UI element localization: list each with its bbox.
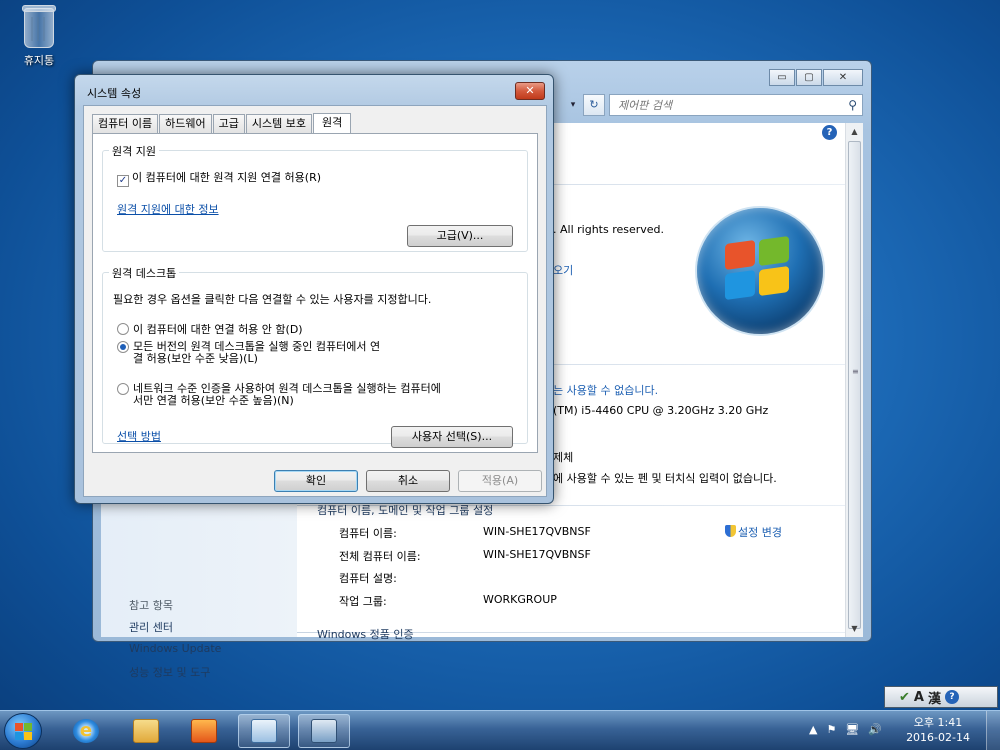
workgroup-value: WORKGROUP (483, 593, 557, 606)
clock-date: 2016-02-14 (906, 731, 970, 744)
help-me-choose-link[interactable]: 선택 방법 (117, 428, 161, 444)
recycle-bin-icon (22, 5, 56, 48)
checkbox-checked-icon: ✓ (117, 175, 129, 187)
tab-computer-name[interactable]: 컴퓨터 이름 (92, 114, 159, 134)
volume-icon[interactable]: 🔊 (868, 723, 882, 736)
uac-shield-icon (725, 525, 736, 537)
remote-desktop-group: 원격 데스크톱 필요한 경우 옵션을 클릭한 다음 연결할 수 있는 사용자를 … (102, 265, 528, 448)
folder-icon (133, 719, 159, 743)
recycle-bin-desktop-icon[interactable]: 휴지통 (12, 5, 66, 68)
system-type-fragment: 제체 (553, 451, 574, 464)
see-also-link-windows-update[interactable]: Windows Update (129, 642, 221, 655)
advanced-button[interactable]: 고급(V)... (407, 225, 513, 247)
start-button[interactable] (4, 713, 42, 749)
taskbar-system-properties[interactable] (298, 714, 350, 748)
remote-desktop-instruction: 필요한 경우 옵션을 클릭한 다음 연결할 수 있는 사용자를 지정합니다. (113, 293, 432, 306)
remote-assistance-info-link[interactable]: 원격 지원에 대한 정보 (117, 201, 219, 217)
taskbar-control-panel[interactable] (238, 714, 290, 748)
remote-assistance-title: 원격 지원 (109, 143, 159, 159)
help-icon[interactable]: ? (822, 125, 837, 140)
show-hidden-icons-icon[interactable]: ▲ (809, 723, 817, 736)
system-properties-dialog: 시스템 속성 ✕ 컴퓨터 이름 하드웨어 고급 시스템 보호 원격 원격 지원 … (74, 74, 554, 504)
ok-button[interactable]: 확인 (274, 470, 358, 492)
tab-remote[interactable]: 원격 (312, 113, 352, 135)
taskbar-media-player[interactable] (178, 714, 230, 748)
tab-hardware[interactable]: 하드웨어 (159, 114, 212, 134)
radio-no-connections[interactable]: 이 컴퓨터에 대한 연결 허용 안 함(D) (117, 321, 303, 337)
see-also-link-performance[interactable]: 성능 정보 및 도구 (129, 664, 210, 680)
language-bar-help-icon[interactable]: ? (944, 690, 959, 704)
clock-time: 오후 1:41 (913, 716, 963, 729)
computer-name-value: WIN-SHE17QVBNSF (483, 525, 591, 538)
tab-strip: 컴퓨터 이름 하드웨어 고급 시스템 보호 원격 (92, 112, 352, 135)
processor-value: (TM) i5-4460 CPU @ 3.20GHz 3.20 GHz (553, 404, 769, 417)
media-player-icon (191, 719, 217, 743)
taskbar-windows-explorer[interactable] (120, 714, 172, 748)
remote-assistance-group: 원격 지원 ✓ 이 컴퓨터에 대한 원격 지원 연결 허용(R) 원격 지원에 대… (102, 143, 528, 252)
recycle-bin-label: 휴지통 (23, 54, 55, 67)
windows-logo (695, 206, 825, 336)
option-nla-line2: 서만 연결 허용(보안 수준 높음)(N) (133, 394, 294, 407)
maximize-button[interactable]: ▢ (796, 69, 822, 86)
scrollbar-thumb[interactable]: ≡ (848, 141, 861, 629)
window-caption-buttons: ▭ ▢ ✕ (768, 69, 863, 86)
change-settings-link[interactable]: 설정 변경 (725, 524, 782, 540)
allow-remote-assistance-checkbox[interactable]: ✓ 이 컴퓨터에 대한 원격 지원 연결 허용(R) (117, 169, 321, 187)
show-desktop-button[interactable] (986, 711, 1000, 750)
close-button[interactable]: ✕ (823, 69, 863, 86)
search-input[interactable] (610, 95, 862, 115)
more-features-link[interactable]: 오기 (553, 262, 573, 278)
minimize-button[interactable]: ▭ (769, 69, 795, 86)
radio-off-icon (117, 323, 129, 335)
clock[interactable]: 오후 1:41 2016-02-14 (906, 715, 970, 745)
radio-allow-any-version[interactable] (117, 341, 133, 354)
action-center-flag-icon[interactable]: ⚑ (826, 723, 836, 736)
option-any-version-line2: 결 허용(보안 수준 낮음)(L) (133, 352, 258, 365)
radio-allow-nla-only[interactable] (117, 383, 133, 396)
search-box: ⚲ (609, 94, 863, 116)
workgroup-label: 작업 그룹: (339, 595, 387, 608)
system-properties-icon (311, 719, 337, 743)
radio-on-icon (117, 341, 129, 353)
apply-button: 적용(A) (458, 470, 542, 492)
activation-section-title: Windows 정품 인증 (317, 628, 414, 641)
vertical-scrollbar[interactable]: ▲ ≡ ▼ (845, 123, 863, 637)
full-computer-name-label: 전체 컴퓨터 이름: (339, 550, 421, 563)
radio-off-icon (117, 383, 129, 395)
see-also-link-action-center[interactable]: 관리 센터 (129, 619, 173, 635)
search-icon[interactable]: ⚲ (848, 98, 857, 112)
dialog-client-area: 컴퓨터 이름 하드웨어 고급 시스템 보호 원격 원격 지원 ✓ 이 컴퓨터에 대… (83, 105, 547, 497)
remote-tab-panel: 원격 지원 ✓ 이 컴퓨터에 대한 원격 지원 연결 허용(R) 원격 지원에 대… (92, 133, 538, 453)
ime-hanja-mode[interactable]: 漢 (928, 688, 941, 707)
address-bar: ▾ ↻ ⚲ (563, 94, 863, 118)
refresh-button[interactable]: ↻ (583, 94, 605, 116)
ime-check-icon[interactable]: ✔ (899, 690, 910, 705)
computer-name-label: 컴퓨터 이름: (339, 527, 397, 540)
control-panel-icon (251, 719, 277, 743)
scroll-up-icon[interactable]: ▲ (846, 123, 863, 140)
notification-area: ▲ ⚑ 🖥 🔊 (809, 723, 882, 736)
remote-desktop-title: 원격 데스크톱 (109, 265, 180, 281)
full-computer-name-value: WIN-SHE17QVBNSF (483, 548, 591, 561)
internet-explorer-icon: e (73, 719, 99, 743)
dialog-title: 시스템 속성 (87, 87, 142, 100)
copyright-text: . All rights reserved. (553, 223, 665, 236)
select-users-button[interactable]: 사용자 선택(S)... (391, 426, 513, 448)
see-also-heading: 참고 항목 (129, 599, 173, 612)
cancel-button[interactable]: 취소 (366, 470, 450, 492)
ime-alpha-mode[interactable]: A (914, 690, 924, 705)
language-bar: ✔ A 漢 ? (884, 686, 998, 708)
pen-touch-value: 에 사용할 수 있는 펜 및 터치식 입력이 없습니다. (553, 472, 777, 485)
rating-unavailable-link[interactable]: 는 사용할 수 없습니다. (553, 382, 658, 398)
taskbar: e ▲ ⚑ 🖥 🔊 오후 1:41 2016-02-14 (0, 710, 1000, 750)
history-dropdown-icon[interactable]: ▾ (563, 94, 583, 116)
dialog-close-button[interactable]: ✕ (515, 82, 545, 100)
network-icon[interactable]: 🖥 (845, 723, 859, 736)
computer-description-label: 컴퓨터 설명: (339, 572, 397, 585)
tab-advanced[interactable]: 고급 (212, 114, 245, 134)
taskbar-internet-explorer[interactable]: e (60, 714, 112, 748)
computer-name-section-title: 컴퓨터 이름, 도메인 및 작업 그룹 설정 (317, 504, 494, 517)
tab-system-protection[interactable]: 시스템 보호 (245, 114, 312, 134)
scroll-down-icon[interactable]: ▼ (846, 620, 863, 637)
